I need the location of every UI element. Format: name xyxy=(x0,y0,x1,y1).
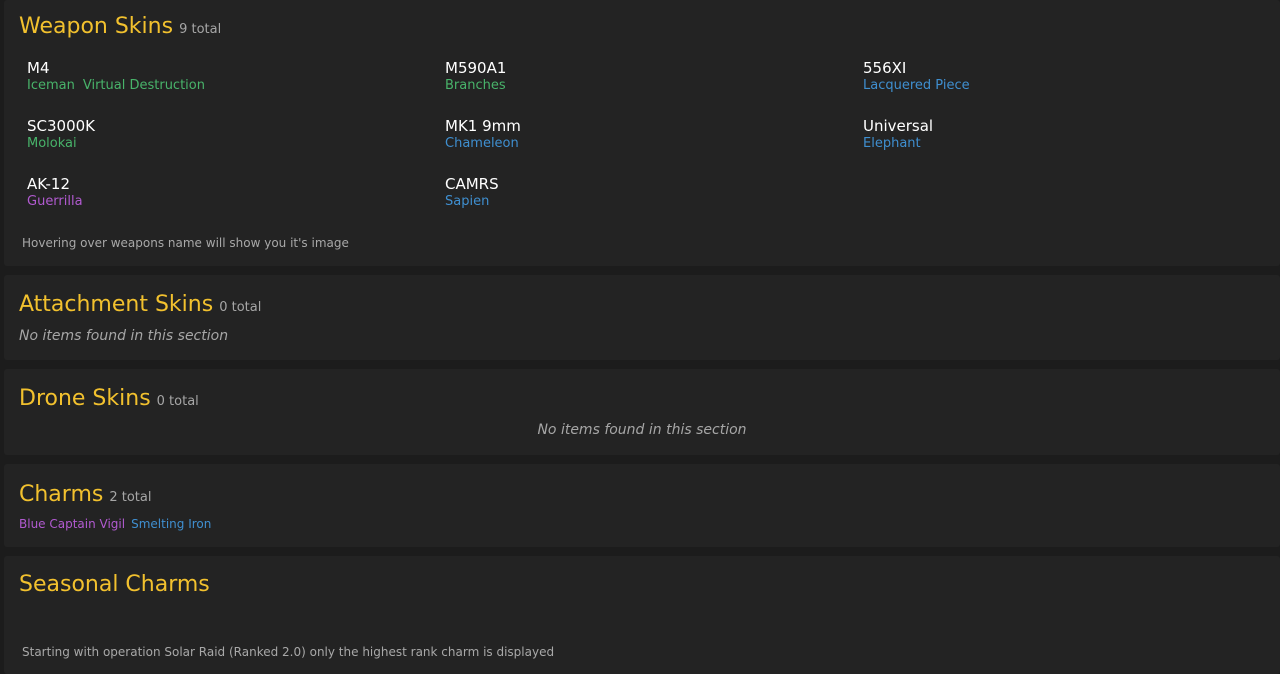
attachment-skins-section: Attachment Skins 0 total No items found i… xyxy=(4,275,1280,360)
weapon-name[interactable]: Universal xyxy=(863,117,933,135)
section-title: Charms 2 total xyxy=(19,482,151,507)
empty-message: No items found in this section xyxy=(19,328,229,344)
seasonal-charms-section: Seasonal Charms Starting with operation … xyxy=(4,556,1280,674)
weapon-item: SC3000K Molokai xyxy=(27,117,95,153)
weapon-name[interactable]: SC3000K xyxy=(27,117,95,135)
weapon-skins-title: Weapon Skins xyxy=(19,14,174,39)
section-title: Attachment Skins 0 total xyxy=(19,292,261,317)
drone-skins-section: Drone Skins 0 total No items found in thi… xyxy=(4,369,1280,455)
weapon-name[interactable]: 556XI xyxy=(863,59,978,77)
attachment-skins-count: 0 total xyxy=(219,300,262,315)
drone-skins-title: Drone Skins xyxy=(19,386,151,411)
weapon-item: MK1 9mm Chameleon xyxy=(445,117,527,153)
weapon-item: Universal Elephant xyxy=(863,117,933,153)
empty-message: No items found in this section xyxy=(537,422,747,438)
section-title: Seasonal Charms xyxy=(19,572,210,597)
charms-count: 2 total xyxy=(109,490,152,505)
skin-label: Guerrilla xyxy=(27,194,83,209)
skin-label: Iceman xyxy=(27,78,75,93)
weapon-item: CAMRS Sapien xyxy=(445,175,499,211)
drone-skins-count: 0 total xyxy=(156,394,199,409)
weapon-skins-count: 9 total xyxy=(179,22,222,37)
charms-list: Blue Captain Vigil Smelting Iron xyxy=(19,517,217,531)
weapon-name[interactable]: AK-12 xyxy=(27,175,91,193)
weapon-item: AK-12 Guerrilla xyxy=(27,175,91,211)
charms-title: Charms xyxy=(19,482,104,507)
skin-label: Molokai xyxy=(27,136,77,151)
weapon-name[interactable]: CAMRS xyxy=(445,175,499,193)
skin-label: Lacquered Piece xyxy=(863,78,970,93)
seasonal-charms-title: Seasonal Charms xyxy=(19,572,210,597)
weapon-item: 556XI Lacquered Piece xyxy=(863,59,978,95)
section-title: Drone Skins 0 total xyxy=(19,386,199,411)
weapon-name[interactable]: M590A1 xyxy=(445,59,514,77)
skin-label: Elephant xyxy=(863,136,921,151)
charms-section: Charms 2 total Blue Captain Vigil Smelting… xyxy=(4,464,1280,547)
attachment-skins-title: Attachment Skins xyxy=(19,292,214,317)
skin-label: Virtual Destruction xyxy=(82,78,205,93)
weapon-skins-section: Weapon Skins 9 total M4 Iceman Virtual Des… xyxy=(4,0,1280,266)
weapon-item: M4 Iceman Virtual Destruction xyxy=(27,59,213,95)
skin-label: Sapien xyxy=(445,194,490,209)
weapon-hover-note: Hovering over weapons name will show you… xyxy=(22,236,349,250)
seasonal-charms-note: Starting with operation Solar Raid (Rank… xyxy=(22,645,555,659)
skin-label: Branches xyxy=(445,78,506,93)
weapon-name[interactable]: M4 xyxy=(27,59,213,77)
charm-item: Blue Captain Vigil xyxy=(19,517,126,531)
weapon-item: M590A1 Branches xyxy=(445,59,514,95)
section-title: Weapon Skins 9 total xyxy=(19,14,221,39)
charm-item: Smelting Iron xyxy=(131,517,212,531)
weapon-name[interactable]: MK1 9mm xyxy=(445,117,527,135)
skin-label: Chameleon xyxy=(445,136,519,151)
